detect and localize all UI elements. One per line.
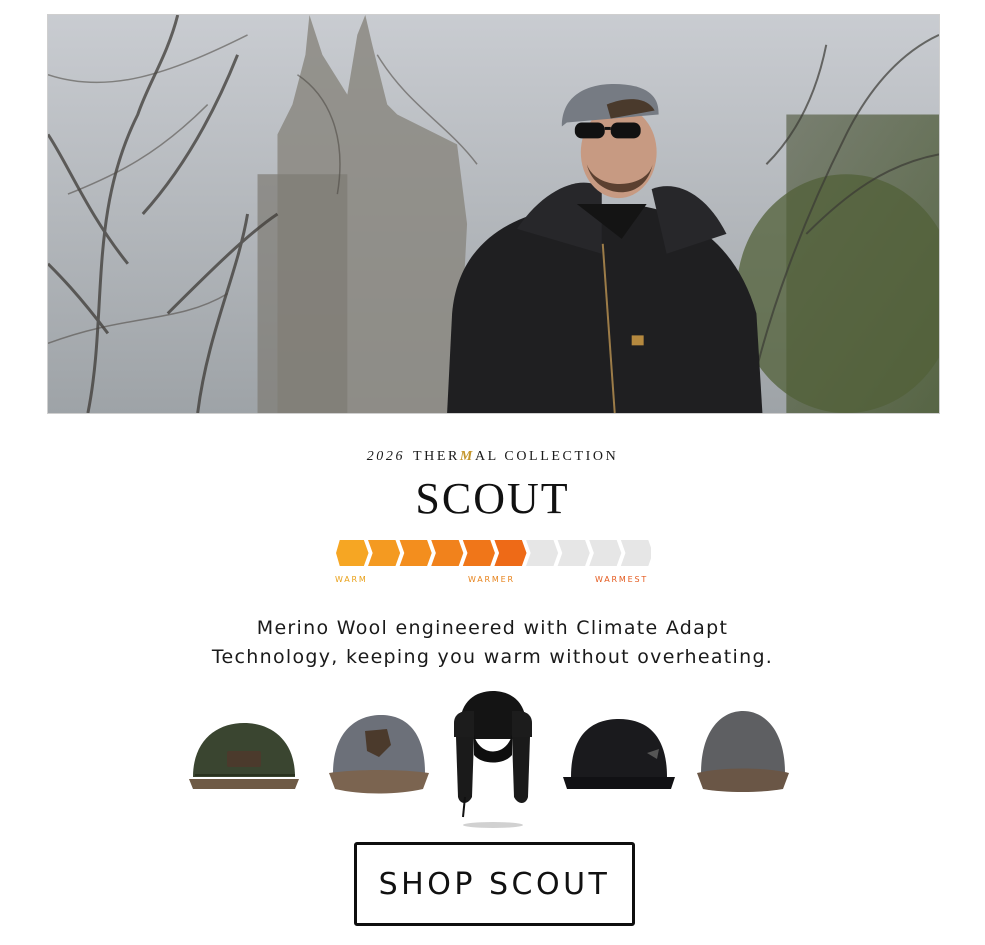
warmth-label-warmer: WARMER — [468, 575, 515, 584]
eyebrow-text-post: AL COLLECTION — [474, 449, 619, 464]
shop-scout-button[interactable]: SHOP SCOUT — [354, 842, 635, 926]
warmth-segment-7 — [523, 539, 561, 567]
warmth-segment-3 — [397, 539, 434, 567]
black-snapback-image — [563, 719, 675, 789]
product-title: SCOUT — [415, 474, 570, 523]
warmth-segment-4 — [428, 539, 466, 567]
description-line-2: Technology, keeping you warm without ove… — [211, 646, 774, 668]
warmth-segment-1 — [335, 539, 371, 567]
warmth-segment-5 — [460, 539, 498, 567]
green-snapback-image — [189, 723, 299, 789]
hat-grey-wool-trucker[interactable] — [327, 707, 431, 795]
warmth-meter-labels: WARM WARMER WARMEST — [335, 575, 651, 587]
hat-grey-wool-curved[interactable] — [695, 707, 791, 795]
melin-m-mark: M — [459, 449, 475, 464]
collection-year: 2026 — [366, 449, 406, 464]
collection-eyebrow: 2026 THERMAL COLLECTION — [0, 449, 985, 465]
black-trapper-image — [454, 691, 532, 828]
warmth-segment-2 — [365, 539, 403, 567]
warmth-meter-bar — [335, 539, 651, 567]
hat-green-wool-snapback[interactable] — [187, 715, 302, 795]
warmth-segment-6 — [491, 539, 529, 567]
warmth-label-warm: WARM — [335, 575, 368, 584]
warmth-segment-10 — [618, 539, 651, 567]
hero-image[interactable] — [47, 14, 940, 414]
hat-black-trapper[interactable] — [450, 689, 536, 831]
product-description: Merino Wool engineered with Climate Adap… — [150, 614, 835, 672]
grey-trucker-image — [329, 715, 429, 794]
warmth-meter — [335, 539, 651, 567]
grey-curved-image — [697, 711, 789, 792]
warmth-segment-9 — [586, 539, 624, 567]
description-line-1: Merino Wool engineered with Climate Adap… — [256, 617, 729, 639]
eyebrow-text-pre: THER — [412, 449, 460, 464]
hat-lineup — [0, 685, 985, 835]
hero-photo — [48, 15, 939, 413]
hat-black-wool-snapback[interactable] — [561, 713, 677, 795]
warmth-label-warmest: WARMEST — [595, 575, 649, 584]
warmth-segment-8 — [555, 539, 592, 567]
